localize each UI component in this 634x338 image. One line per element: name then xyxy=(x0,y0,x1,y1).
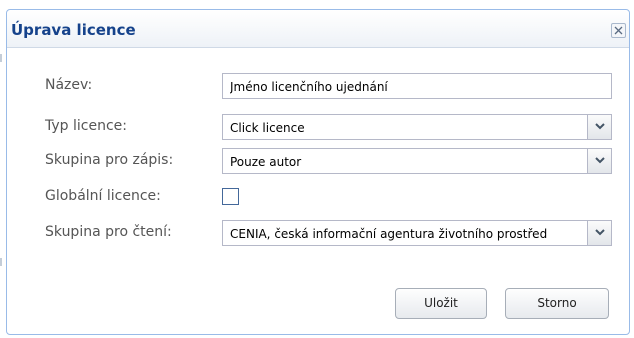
chevron-down-icon xyxy=(595,157,605,164)
read-group-label: Skupina pro čtení: xyxy=(45,224,172,240)
left-edge-marker-bottom xyxy=(0,258,2,266)
left-edge-marker-top xyxy=(0,54,2,62)
global-license-row: Globální licence: xyxy=(7,184,629,212)
license-type-label: Typ licence: xyxy=(45,118,127,134)
close-button[interactable] xyxy=(611,23,626,38)
chevron-down-icon xyxy=(595,229,605,236)
name-input[interactable]: Jméno licenčního ujednání xyxy=(222,73,612,99)
read-group-row: Skupina pro čtení: CENIA, česká informač… xyxy=(7,220,629,248)
chevron-down-icon xyxy=(595,123,605,130)
cancel-button[interactable]: Storno xyxy=(505,288,609,319)
global-license-checkbox[interactable] xyxy=(222,188,239,205)
license-type-select[interactable]: Click licence xyxy=(222,114,612,140)
name-row: Název: Jméno licenčního ujednání xyxy=(7,73,629,101)
dialog-title: Úprava licence xyxy=(11,21,136,39)
license-type-dropdown-button[interactable] xyxy=(587,115,611,139)
license-type-row: Typ licence: Click licence xyxy=(7,114,629,142)
close-icon xyxy=(614,26,623,35)
read-group-dropdown-button[interactable] xyxy=(587,221,611,245)
write-group-label: Skupina pro zápis: xyxy=(45,152,174,168)
name-input-value: Jméno licenčního ujednání xyxy=(230,80,388,94)
edit-license-dialog: Úprava licence Název: Jméno licenčního u… xyxy=(6,9,630,335)
read-group-value: CENIA, česká informační agentura životní… xyxy=(230,227,548,241)
write-group-select[interactable]: Pouze autor xyxy=(222,148,612,174)
read-group-select[interactable]: CENIA, česká informační agentura životní… xyxy=(222,220,612,246)
write-group-dropdown-button[interactable] xyxy=(587,149,611,173)
write-group-row: Skupina pro zápis: Pouze autor xyxy=(7,148,629,176)
write-group-value: Pouze autor xyxy=(230,155,302,169)
name-label: Název: xyxy=(45,77,93,93)
save-button[interactable]: Uložit xyxy=(395,288,487,319)
dialog-titlebar: Úprava licence xyxy=(7,10,629,48)
license-type-value: Click licence xyxy=(230,121,305,135)
global-license-label: Globální licence: xyxy=(45,188,161,204)
